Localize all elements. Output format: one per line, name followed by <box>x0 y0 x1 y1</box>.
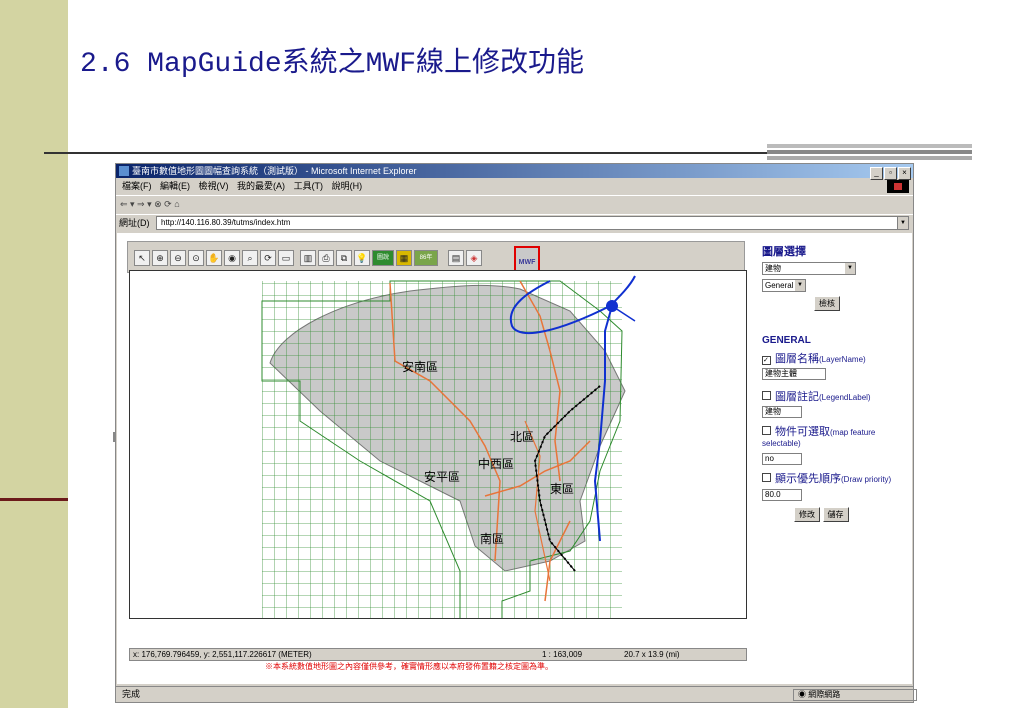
panel-heading: 圖層選擇 <box>762 246 806 258</box>
chevron-down-icon: ▼ <box>845 263 855 274</box>
menu-tools[interactable]: 工具(T) <box>294 181 324 191</box>
label-south: 南區 <box>480 531 504 546</box>
legend-input[interactable]: 建物 <box>762 406 802 418</box>
lightbulb-icon[interactable]: 💡 <box>354 250 370 266</box>
address-input[interactable]: http://140.116.80.39/tutms/index.htm ▼ <box>156 216 909 230</box>
zoom-goto-icon[interactable]: ◉ <box>224 250 240 266</box>
map-scale: 1 : 163,009 <box>542 650 583 659</box>
menu-edit[interactable]: 編輯(E) <box>160 181 190 191</box>
chevron-down-icon: ▼ <box>795 280 805 291</box>
legend-checkbox[interactable] <box>762 391 771 400</box>
label-north: 北區 <box>510 430 534 444</box>
layer-name-checkbox[interactable]: ✓ <box>762 356 771 365</box>
address-dropdown-icon[interactable]: ▼ <box>897 217 908 229</box>
label-anping: 安平區 <box>424 469 460 484</box>
priority-input[interactable]: 80.0 <box>762 489 802 501</box>
nav-buttons[interactable]: ⇐ ▾ ⇒ ▾ ⊗ ⟳ ⌂ <box>120 199 180 209</box>
layer-name-label: 圖層名稱 <box>775 353 819 365</box>
check-button[interactable]: 檢核 <box>814 296 840 311</box>
legend-label: 圖層註記 <box>775 391 819 403</box>
erase-icon[interactable]: ◈ <box>466 250 482 266</box>
address-bar: 網址(D) http://140.116.80.39/tutms/index.h… <box>116 214 913 231</box>
status-zone: ◉ 網際網路 <box>793 689 917 701</box>
address-label: 網址(D) <box>119 218 150 228</box>
zoom-out-icon[interactable]: ⊖ <box>170 250 186 266</box>
priority-checkbox[interactable] <box>762 473 771 482</box>
map-canvas[interactable]: 安南區 北區 中西區 安平區 東區 南區 <box>130 271 746 619</box>
measure-icon[interactable]: ▥ <box>300 250 316 266</box>
browser-status-bar: 完成 ◉ 網際網路 <box>116 686 917 702</box>
selectable-input[interactable]: no <box>762 453 802 465</box>
save-button[interactable]: 儲存 <box>822 507 849 522</box>
legend-icon[interactable]: 圖說 <box>372 250 394 266</box>
status-zone-text: 網際網路 <box>808 690 841 699</box>
print-icon[interactable]: ⎙ <box>318 250 334 266</box>
status-done: 完成 <box>122 689 141 699</box>
browser-window: 臺南市數值地形圖圖幅查詢系統（測試版） - Microsoft Internet… <box>115 163 917 703</box>
mwf-button[interactable]: MWF <box>514 246 540 272</box>
page-content: ↖ ⊕ ⊖ ⊙ ✋ ◉ ⌕ ⟳ ▭ ▥ ⎙ ⧉ 💡 圖說 ▦ 86年 ▤ ◈ M… <box>117 233 912 684</box>
layer-panel: 圖層選擇 建物 ▼ General ▼ 檢核 GENERAL ✓ 圖層名稱(Layer… <box>762 243 907 563</box>
slide-title: 2.6 MapGuide系統之MWF線上修改功能 <box>80 49 585 80</box>
sidebar-accent <box>0 498 68 501</box>
pan-hand-icon[interactable]: ✋ <box>206 250 222 266</box>
menu-help[interactable]: 說明(H) <box>332 181 363 191</box>
layer-select[interactable]: 建物 ▼ <box>762 262 856 275</box>
refresh-icon[interactable]: ⟳ <box>260 250 276 266</box>
select-arrow-icon[interactable]: ↖ <box>134 250 150 266</box>
browser-titlebar: 臺南市數值地形圖圖幅查詢系統（測試版） - Microsoft Internet… <box>116 164 913 180</box>
address-url: http://140.116.80.39/tutms/index.htm <box>161 218 291 227</box>
year-text: 86年 <box>419 255 433 261</box>
label-westcentral: 中西區 <box>478 456 514 471</box>
map-toolbar: ↖ ⊕ ⊖ ⊙ ✋ ◉ ⌕ ⟳ ▭ ▥ ⎙ ⧉ 💡 圖說 ▦ 86年 ▤ ◈ M… <box>127 241 745 273</box>
menu-bar: 檔案(F) 編輯(E) 檢視(V) 我的最愛(A) 工具(T) 說明(H) <box>116 179 913 194</box>
disclaimer: ※本系統數值地形圖之內容僅供參考，確實情形應以本府發佈置籍之核定圖為準。 <box>265 662 553 671</box>
nav-toolbar: ⇐ ▾ ⇒ ▾ ⊗ ⟳ ⌂ <box>116 195 913 213</box>
rule-decoration <box>767 144 972 162</box>
zoom-in-icon[interactable]: ⊕ <box>152 250 168 266</box>
layer-name-en: (LayerName) <box>819 355 866 364</box>
label-annan: 安南區 <box>402 359 438 374</box>
layer-select-value: 建物 <box>765 264 781 273</box>
legend-text: 圖說 <box>376 255 389 261</box>
menu-view[interactable]: 檢視(V) <box>199 181 229 191</box>
zoom-previous-icon[interactable]: ⌕ <box>242 250 258 266</box>
map-status-bar: x: 176,769.796459, y: 2,551,117.226617 (… <box>129 648 747 661</box>
copy-map-icon[interactable]: ⧉ <box>336 250 352 266</box>
ie-icon <box>119 166 129 176</box>
window-title: 臺南市數值地形圖圖幅查詢系統（測試版） - Microsoft Internet… <box>132 166 417 176</box>
map-coords: x: 176,769.796459, y: 2,551,117.226617 (… <box>133 650 312 659</box>
priority-en: (Draw priority) <box>841 475 892 484</box>
mwf-label: MWF <box>518 259 536 266</box>
section-title: GENERAL <box>762 335 811 346</box>
style-select[interactable]: General ▼ <box>762 279 806 292</box>
windows-logo-icon <box>887 180 909 193</box>
modify-button[interactable]: 修改 <box>794 507 820 522</box>
year-86-icon[interactable]: 86年 <box>414 250 438 266</box>
map-view[interactable]: 安南區 北區 中西區 安平區 東區 南區 <box>129 270 747 619</box>
style-select-value: General <box>765 281 794 290</box>
priority-label: 顯示優先順序 <box>775 473 841 485</box>
scroll-marker <box>113 432 116 442</box>
slide-sidebar <box>0 0 68 708</box>
grid-tiles <box>262 281 622 618</box>
grid-icon[interactable]: ▦ <box>396 250 412 266</box>
selectable-checkbox[interactable] <box>762 426 771 435</box>
layer-name-input[interactable]: 建物主體 <box>762 368 826 380</box>
menu-favorites[interactable]: 我的最愛(A) <box>237 181 285 191</box>
window-buttons: _ ▫ × <box>869 165 911 180</box>
zoom-window-icon[interactable]: ⊙ <box>188 250 204 266</box>
menu-file[interactable]: 檔案(F) <box>122 181 152 191</box>
label-east: 東區 <box>550 482 574 496</box>
selectable-label: 物件可選取 <box>775 426 830 438</box>
legend-en: (LegendLabel) <box>819 393 871 402</box>
report-icon[interactable]: ▤ <box>448 250 464 266</box>
fit-extent-icon[interactable]: ▭ <box>278 250 294 266</box>
map-extent: 20.7 x 13.9 (mi) <box>624 650 680 659</box>
